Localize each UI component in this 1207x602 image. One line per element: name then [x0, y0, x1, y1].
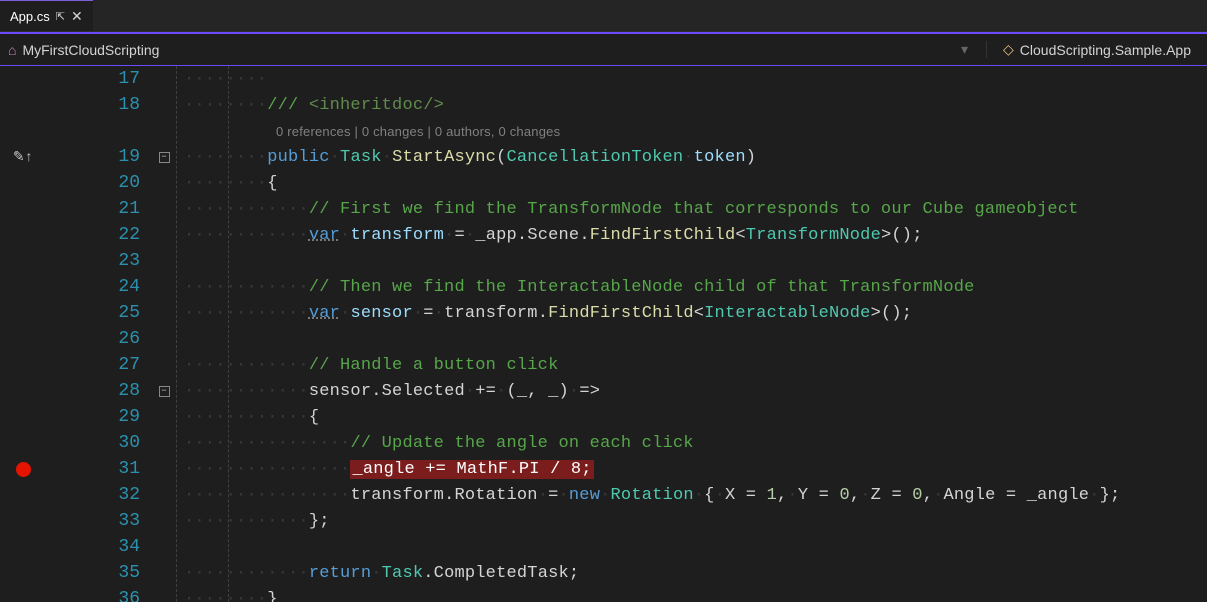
line-number: 29: [46, 404, 140, 430]
tab-app-cs[interactable]: App.cs ⇱ ✕: [0, 0, 93, 31]
line-number: 20: [46, 170, 140, 196]
navigation-bar: ⌂ MyFirstCloudScripting ▾ ◇ CloudScripti…: [0, 32, 1207, 66]
class-icon: ◇: [1003, 41, 1014, 58]
namespace-icon: ⌂: [8, 42, 16, 58]
pin-icon[interactable]: ⇱: [56, 10, 65, 23]
line-number: 34: [46, 534, 140, 560]
code-line[interactable]: ············// Handle a button click: [176, 352, 1207, 378]
line-number: 23: [46, 248, 140, 274]
line-number: 32: [46, 482, 140, 508]
code-line[interactable]: ············// Then we find the Interact…: [176, 274, 1207, 300]
breakpoint-margin[interactable]: ✎↑: [0, 66, 46, 602]
line-number: 24: [46, 274, 140, 300]
fold-toggle-icon[interactable]: −: [159, 152, 170, 163]
code-line[interactable]: ········/// <inheritdoc/>: [176, 92, 1207, 118]
tab-bar: App.cs ⇱ ✕: [0, 0, 1207, 32]
code-line[interactable]: ············var·transform·=·_app.Scene.F…: [176, 222, 1207, 248]
code-line[interactable]: ············sensor.Selected·+=·(_, _)·=>: [176, 378, 1207, 404]
line-number: 31: [46, 456, 140, 482]
code-line[interactable]: ········public·Task·StartAsync(Cancellat…: [176, 144, 1207, 170]
code-line[interactable]: [176, 248, 1207, 274]
line-number: 33: [46, 508, 140, 534]
line-number: 17: [46, 66, 140, 92]
line-number: 18: [46, 92, 140, 118]
code-area[interactable]: ········ ········/// <inheritdoc/> 0 ref…: [176, 66, 1207, 602]
line-number: 21: [46, 196, 140, 222]
close-icon[interactable]: ✕: [71, 8, 83, 25]
code-editor[interactable]: ✎↑ 17 18 19 20 21 22 23 24 25 26 27 28 2…: [0, 66, 1207, 602]
scope-dropdown[interactable]: ⌂ MyFirstCloudScripting ▾: [0, 41, 986, 58]
code-line[interactable]: ············var·sensor·=·transform.FindF…: [176, 300, 1207, 326]
code-line[interactable]: ············return·Task.CompletedTask;: [176, 560, 1207, 586]
line-number: 19: [46, 144, 140, 170]
class-dropdown[interactable]: ◇ CloudScripting.Sample.App: [986, 41, 1207, 58]
fold-toggle-icon[interactable]: −: [159, 386, 170, 397]
line-number: 28: [46, 378, 140, 404]
code-line[interactable]: ············// First we find the Transfo…: [176, 196, 1207, 222]
line-number: 22: [46, 222, 140, 248]
code-line[interactable]: [176, 326, 1207, 352]
code-line[interactable]: ········{: [176, 170, 1207, 196]
code-line[interactable]: ················_angle += MathF.PI / 8;: [176, 456, 1207, 482]
line-number: 35: [46, 560, 140, 586]
code-line[interactable]: [176, 534, 1207, 560]
line-number: 30: [46, 430, 140, 456]
line-number: 36: [46, 586, 140, 602]
code-line[interactable]: ········: [176, 66, 1207, 92]
class-label: CloudScripting.Sample.App: [1020, 42, 1191, 58]
line-number: 25: [46, 300, 140, 326]
code-line[interactable]: ············};: [176, 508, 1207, 534]
code-line[interactable]: ················transform.Rotation·=·new…: [176, 482, 1207, 508]
line-number: 27: [46, 352, 140, 378]
current-statement-highlight: _angle += MathF.PI / 8;: [350, 460, 593, 479]
codelens[interactable]: 0 references | 0 changes | 0 authors, 0 …: [176, 118, 1207, 144]
tab-filename: App.cs: [10, 9, 50, 24]
line-number: 26: [46, 326, 140, 352]
line-number: [46, 118, 140, 144]
code-line[interactable]: ········}: [176, 586, 1207, 602]
line-number-gutter: 17 18 19 20 21 22 23 24 25 26 27 28 29 3…: [46, 66, 152, 602]
scope-label: MyFirstCloudScripting: [22, 42, 159, 58]
edit-marker-icon: ✎↑: [13, 149, 33, 166]
fold-gutter: − −: [152, 66, 176, 602]
breakpoint-icon[interactable]: [16, 462, 31, 477]
code-line[interactable]: ················// Update the angle on e…: [176, 430, 1207, 456]
code-line[interactable]: ············{: [176, 404, 1207, 430]
chevron-down-icon[interactable]: ▾: [961, 41, 978, 58]
